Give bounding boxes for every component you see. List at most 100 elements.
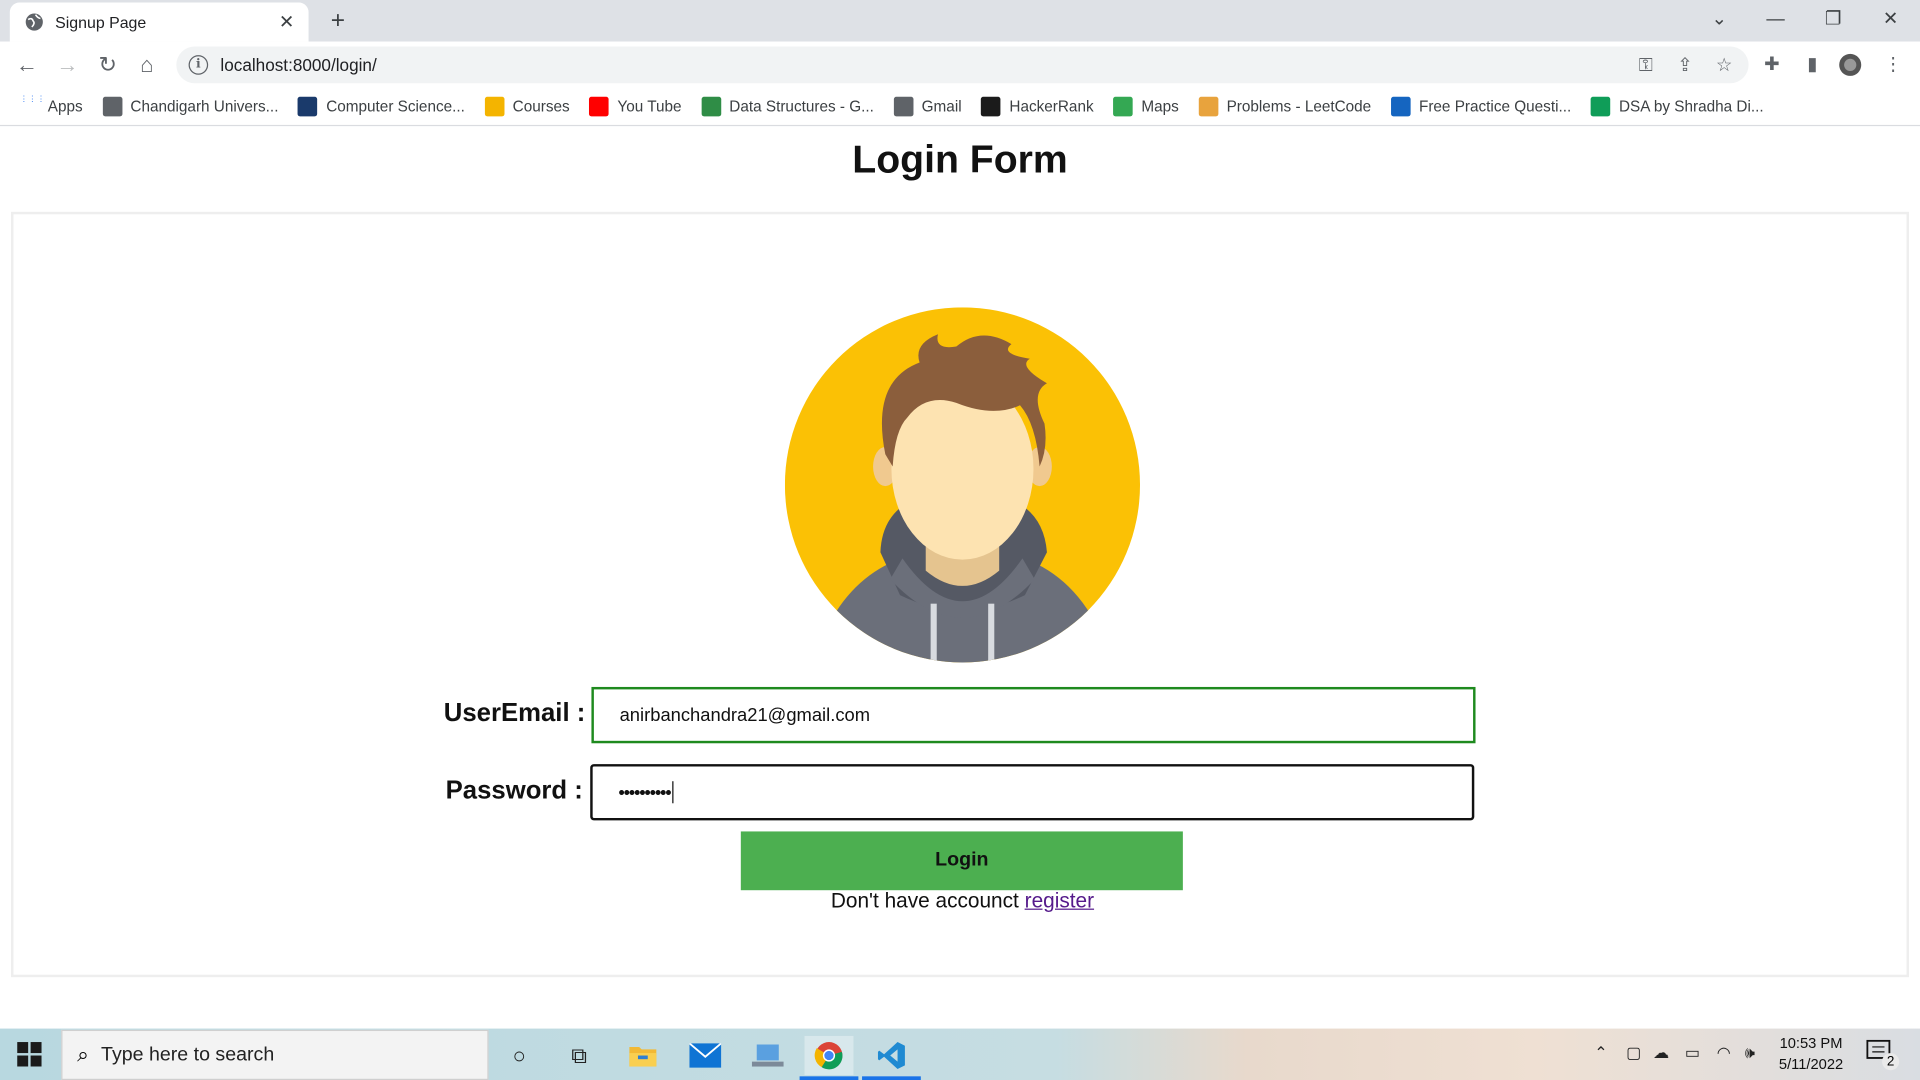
bookmark-label: Data Structures - G... bbox=[729, 97, 874, 116]
bookmark-label: Chandigarh Univers... bbox=[130, 97, 279, 116]
bookmark-favicon-icon bbox=[981, 96, 1001, 117]
apps-grid-icon: ⋮⋮⋮ bbox=[19, 95, 46, 105]
password-label: Password : bbox=[445, 776, 583, 805]
laptop-app-icon[interactable] bbox=[743, 1036, 792, 1075]
close-window-button[interactable]: ✕ bbox=[1873, 5, 1907, 34]
page-title: Login Form bbox=[852, 137, 1068, 182]
bookmark-favicon-icon bbox=[589, 96, 609, 117]
bookmark-item[interactable]: You Tube bbox=[589, 96, 682, 117]
profile-avatar[interactable] bbox=[1837, 53, 1864, 77]
search-placeholder: Type here to search bbox=[101, 1043, 275, 1065]
bookmark-favicon-icon bbox=[1198, 96, 1218, 117]
battery-icon[interactable]: ▭ bbox=[1685, 1043, 1700, 1063]
tab-title: Signup Page bbox=[55, 12, 147, 32]
password-value: •••••••••• bbox=[618, 781, 671, 803]
extensions-icon[interactable]: ✚ bbox=[1758, 53, 1785, 77]
side-panel-icon[interactable]: ▮ bbox=[1799, 53, 1826, 77]
bookmark-item[interactable]: Courses bbox=[484, 96, 570, 117]
chrome-active-indicator bbox=[799, 1076, 859, 1080]
text-caret bbox=[671, 781, 673, 804]
bookmark-favicon-icon bbox=[298, 96, 318, 117]
email-field[interactable]: anirbanchandra21@gmail.com bbox=[591, 686, 1476, 744]
register-prompt-text: Don't have accounct bbox=[830, 888, 1019, 913]
clock-time: 10:53 PM bbox=[1779, 1034, 1843, 1052]
bookmark-item[interactable]: HackerRank bbox=[981, 96, 1094, 117]
system-clock[interactable]: 10:53 PM 5/11/2022 bbox=[1773, 1033, 1849, 1075]
bookmark-item[interactable]: Computer Science... bbox=[298, 96, 465, 117]
vscode-taskbar-icon[interactable] bbox=[867, 1036, 916, 1075]
profile-icon bbox=[1839, 53, 1862, 76]
bookmark-label: HackerRank bbox=[1009, 97, 1094, 116]
user-avatar-image bbox=[784, 307, 1141, 663]
tab-search-icon[interactable]: ⌄ bbox=[1702, 5, 1736, 34]
site-info-icon[interactable]: i bbox=[188, 55, 209, 75]
taskbar-search-box[interactable]: ⌕ Type here to search bbox=[61, 1029, 489, 1080]
login-card: UserEmail : anirbanchandra21@gmail.com P… bbox=[11, 211, 1911, 978]
browser-tab[interactable]: Signup Page ✕ bbox=[9, 2, 309, 42]
register-prompt: Don't have accounct register bbox=[13, 889, 1911, 913]
bookmark-label: You Tube bbox=[617, 97, 682, 116]
share-icon[interactable]: ⇪ bbox=[1668, 54, 1702, 76]
bookmark-favicon-icon bbox=[484, 96, 505, 117]
notification-count: 2 bbox=[1882, 1053, 1900, 1071]
reload-icon[interactable]: ↻ bbox=[93, 50, 122, 79]
windows-start-icon[interactable] bbox=[17, 1042, 42, 1067]
password-field[interactable]: •••••••••• bbox=[590, 764, 1475, 821]
menu-icon[interactable]: ⋮ bbox=[1880, 53, 1907, 77]
bookmarks-bar: ⋮⋮⋮ Apps Chandigarh Univers... Computer Sci… bbox=[0, 88, 1920, 127]
chrome-taskbar-icon[interactable] bbox=[804, 1035, 854, 1076]
bookmark-star-icon[interactable]: ☆ bbox=[1707, 54, 1741, 76]
globe-icon bbox=[25, 13, 43, 31]
home-icon[interactable]: ⌂ bbox=[132, 50, 161, 79]
key-icon[interactable]: ⚿ bbox=[1629, 54, 1663, 75]
bookmark-label: Gmail bbox=[921, 97, 962, 116]
register-link[interactable]: register bbox=[1025, 889, 1094, 912]
bookmark-favicon-icon bbox=[1590, 96, 1611, 117]
minimize-button[interactable]: — bbox=[1758, 5, 1792, 34]
bookmark-favicon-icon bbox=[1390, 96, 1411, 117]
forward-icon[interactable]: → bbox=[53, 50, 82, 79]
bookmark-item[interactable]: Gmail bbox=[893, 96, 962, 117]
task-view-icon[interactable]: ⧉ bbox=[555, 1036, 604, 1075]
bookmark-label: Courses bbox=[512, 97, 570, 116]
bookmark-label: Apps bbox=[47, 97, 83, 116]
wifi-icon[interactable]: ◠ bbox=[1717, 1043, 1731, 1063]
bookmark-item[interactable]: Maps bbox=[1113, 96, 1179, 117]
address-bar[interactable]: i localhost:8000/login/ ⚿ ⇪ ☆ bbox=[176, 46, 1749, 84]
new-tab-button[interactable]: + bbox=[324, 7, 351, 34]
email-value: anirbanchandra21@gmail.com bbox=[619, 704, 871, 726]
page-content: Login Form UserEmail: anirbanchandra21@… bbox=[0, 127, 1920, 1029]
restore-button[interactable]: ❐ bbox=[1816, 5, 1850, 34]
bookmark-favicon-icon bbox=[893, 96, 914, 117]
browser-toolbar: ← → ↻ ⌂ i localhost:8000/login/ ⚿ ⇪ ☆ ✚ … bbox=[0, 41, 1920, 89]
search-icon: ⌕ bbox=[77, 1042, 89, 1066]
windows-taskbar: ⌕ Type here to search ○ ⧉ ⌃ ▢ ☁ ▭ ◠ 🕪 10… bbox=[0, 1028, 1920, 1080]
meet-icon[interactable]: ▢ bbox=[1626, 1043, 1641, 1063]
bookmark-item[interactable]: Problems - LeetCode bbox=[1198, 96, 1372, 117]
bookmark-item[interactable]: DSA by Shradha Di... bbox=[1590, 96, 1764, 117]
volume-icon[interactable]: 🕪 bbox=[1745, 1043, 1755, 1063]
tray-expand-icon[interactable]: ⌃ bbox=[1594, 1043, 1607, 1063]
bookmark-label: Problems - LeetCode bbox=[1226, 97, 1372, 116]
bookmark-favicon-icon bbox=[1113, 96, 1133, 117]
bookmark-item[interactable]: Data Structures - G... bbox=[701, 96, 874, 117]
bookmark-favicon-icon bbox=[701, 96, 721, 117]
bookmark-item[interactable]: Free Practice Questi... bbox=[1390, 96, 1572, 117]
notification-center[interactable]: 2 bbox=[1866, 1039, 1900, 1071]
bookmark-favicon-icon bbox=[102, 96, 122, 117]
close-tab-icon[interactable]: ✕ bbox=[277, 11, 297, 33]
email-label: UserEmail : bbox=[443, 699, 586, 728]
url-text[interactable]: localhost:8000/login/ bbox=[220, 55, 1628, 75]
back-icon[interactable]: ← bbox=[12, 50, 41, 79]
login-button[interactable]: Login bbox=[740, 831, 1183, 891]
mail-icon[interactable] bbox=[681, 1036, 730, 1075]
bookmark-item[interactable]: Chandigarh Univers... bbox=[102, 96, 279, 117]
cortana-icon[interactable]: ○ bbox=[495, 1036, 544, 1075]
clock-date: 5/11/2022 bbox=[1778, 1055, 1844, 1073]
bookmark-item[interactable]: ⋮⋮⋮ Apps bbox=[19, 95, 83, 117]
onedrive-icon[interactable]: ☁ bbox=[1653, 1043, 1669, 1063]
tab-strip: Signup Page ✕ + ⌄ — ❐ ✕ bbox=[0, 0, 1920, 42]
bookmark-label: Free Practice Questi... bbox=[1418, 97, 1572, 116]
vscode-active-indicator bbox=[862, 1076, 921, 1080]
file-explorer-icon[interactable] bbox=[618, 1036, 667, 1075]
